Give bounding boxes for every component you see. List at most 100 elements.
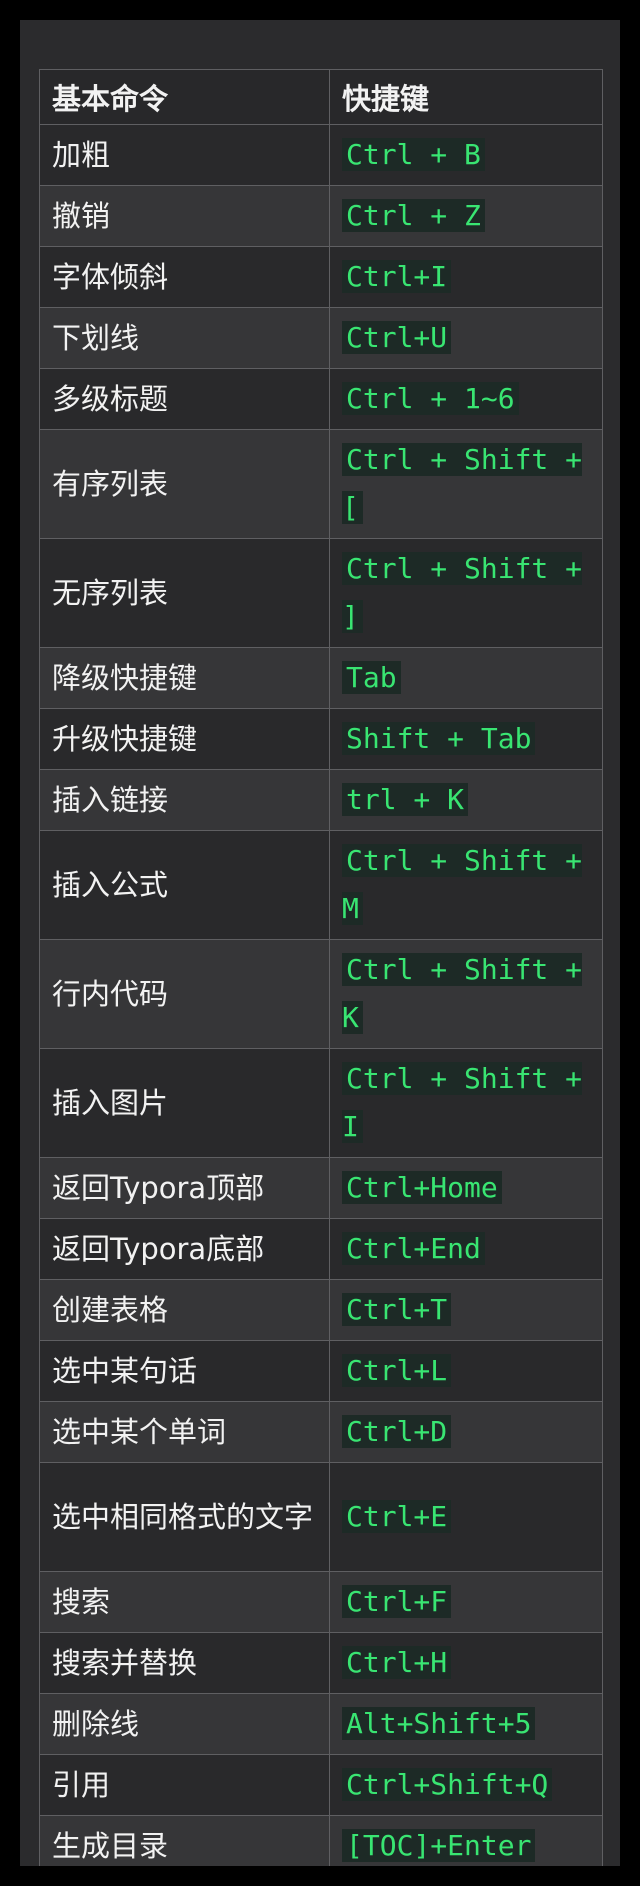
table-row: 下划线 Ctrl+U xyxy=(39,307,603,369)
command-cell: 搜索 xyxy=(39,1571,330,1633)
shortcut-cell: Ctrl+U xyxy=(329,307,603,369)
command-cell: 插入图片 xyxy=(39,1048,330,1158)
shortcut-code: Ctrl + Shift + [ xyxy=(342,443,583,524)
command-cell: 降级快捷键 xyxy=(39,647,330,709)
shortcut-cell: Ctrl+Shift+Q xyxy=(329,1754,603,1816)
shortcut-cell: Ctrl+T xyxy=(329,1279,603,1341)
command-cell: 有序列表 xyxy=(39,429,330,539)
command-cell: 多级标题 xyxy=(39,368,330,430)
shortcut-cell: Ctrl + B xyxy=(329,124,603,186)
table-row: 选中相同格式的文字 Ctrl+E xyxy=(39,1462,603,1572)
table-row: 加粗 Ctrl + B xyxy=(39,124,603,186)
table-row: 返回Typora底部 Ctrl+End xyxy=(39,1218,603,1280)
table-row: 无序列表 Ctrl + Shift + ] xyxy=(39,538,603,648)
shortcut-table: 基本命令 快捷键 加粗 Ctrl + B 撤销 Ctrl + Z 字体倾斜 Ct… xyxy=(39,69,603,1866)
command-cell: 插入链接 xyxy=(39,769,330,831)
shortcut-code: Ctrl + 1~6 xyxy=(342,382,519,415)
shortcut-cell: Ctrl + Z xyxy=(329,185,603,247)
table-row: 字体倾斜 Ctrl+I xyxy=(39,246,603,308)
shortcut-code: Ctrl + B xyxy=(342,138,485,171)
table-row: 撤销 Ctrl + Z xyxy=(39,185,603,247)
table-row: 生成目录 [TOC]+Enter xyxy=(39,1815,603,1866)
shortcut-code: Ctrl + Shift + ] xyxy=(342,552,583,633)
command-cell: 行内代码 xyxy=(39,939,330,1049)
shortcut-cell: Ctrl+I xyxy=(329,246,603,308)
shortcut-cell: Ctrl+F xyxy=(329,1571,603,1633)
command-cell: 选中相同格式的文字 xyxy=(39,1462,330,1572)
command-cell: 无序列表 xyxy=(39,538,330,648)
shortcut-cell: Ctrl + Shift + M xyxy=(329,830,603,940)
shortcut-cell: Ctrl + Shift + I xyxy=(329,1048,603,1158)
shortcut-cell: Ctrl + Shift + [ xyxy=(329,429,603,539)
shortcut-code: Ctrl + Shift + K xyxy=(342,953,583,1034)
table-row: 有序列表 Ctrl + Shift + [ xyxy=(39,429,603,539)
command-cell: 选中某个单词 xyxy=(39,1401,330,1463)
shortcut-code: Ctrl+U xyxy=(342,321,452,354)
shortcut-code: Tab xyxy=(342,661,401,694)
command-cell: 下划线 xyxy=(39,307,330,369)
shortcut-code: Alt+Shift+5 xyxy=(342,1707,536,1740)
shortcut-code: Ctrl+T xyxy=(342,1293,452,1326)
shortcut-cell: Ctrl+D xyxy=(329,1401,603,1463)
command-cell: 创建表格 xyxy=(39,1279,330,1341)
shortcut-code: Ctrl+H xyxy=(342,1646,452,1679)
shortcut-code: trl + K xyxy=(342,783,469,816)
shortcut-code: Ctrl+E xyxy=(342,1500,452,1533)
table-row: 删除线 Alt+Shift+5 xyxy=(39,1693,603,1755)
shortcut-code: Ctrl+End xyxy=(342,1232,485,1265)
command-cell: 搜索并替换 xyxy=(39,1632,330,1694)
shortcut-code: Shift + Tab xyxy=(342,722,536,755)
shortcut-code: Ctrl+D xyxy=(342,1415,452,1448)
command-cell: 生成目录 xyxy=(39,1815,330,1866)
table-row: 插入公式 Ctrl + Shift + M xyxy=(39,830,603,940)
shortcut-cell: Ctrl + Shift + K xyxy=(329,939,603,1049)
shortcut-cell: Ctrl+End xyxy=(329,1218,603,1280)
shortcut-code: Ctrl+L xyxy=(342,1354,452,1387)
shortcut-code: Ctrl + Z xyxy=(342,199,485,232)
document-panel: 基本命令 快捷键 加粗 Ctrl + B 撤销 Ctrl + Z 字体倾斜 Ct… xyxy=(20,20,620,1866)
shortcut-code: Ctrl + Shift + M xyxy=(342,844,583,925)
shortcut-cell: Ctrl+Home xyxy=(329,1157,603,1219)
shortcut-cell: Ctrl + Shift + ] xyxy=(329,538,603,648)
bottom-edge xyxy=(0,1874,640,1886)
table-row: 搜索并替换 Ctrl+H xyxy=(39,1632,603,1694)
table-row: 返回Typora顶部 Ctrl+Home xyxy=(39,1157,603,1219)
shortcut-code: Ctrl+F xyxy=(342,1585,452,1618)
shortcut-code: Ctrl+I xyxy=(342,260,452,293)
shortcut-code: [TOC]+Enter xyxy=(342,1829,536,1862)
command-cell: 引用 xyxy=(39,1754,330,1816)
command-cell: 撤销 xyxy=(39,185,330,247)
shortcut-cell: [TOC]+Enter xyxy=(329,1815,603,1866)
table-row: 创建表格 Ctrl+T xyxy=(39,1279,603,1341)
shortcut-cell: Ctrl+E xyxy=(329,1462,603,1572)
shortcut-cell: Alt+Shift+5 xyxy=(329,1693,603,1755)
command-cell: 加粗 xyxy=(39,124,330,186)
shortcut-code: Ctrl + Shift + I xyxy=(342,1062,583,1143)
command-cell: 字体倾斜 xyxy=(39,246,330,308)
shortcut-cell: Ctrl + 1~6 xyxy=(329,368,603,430)
table-row: 插入图片 Ctrl + Shift + I xyxy=(39,1048,603,1158)
command-cell: 返回Typora底部 xyxy=(39,1218,330,1280)
shortcut-cell: Tab xyxy=(329,647,603,709)
command-cell: 返回Typora顶部 xyxy=(39,1157,330,1219)
table-row: 选中某个单词 Ctrl+D xyxy=(39,1401,603,1463)
shortcut-cell: Ctrl+H xyxy=(329,1632,603,1694)
shortcut-cell: Ctrl+L xyxy=(329,1340,603,1402)
command-cell: 选中某句话 xyxy=(39,1340,330,1402)
table-row: 搜索 Ctrl+F xyxy=(39,1571,603,1633)
table-row: 插入链接 trl + K xyxy=(39,769,603,831)
table-row: 行内代码 Ctrl + Shift + K xyxy=(39,939,603,1049)
shortcut-code: Ctrl+Home xyxy=(342,1171,502,1204)
shortcut-cell: trl + K xyxy=(329,769,603,831)
table-row: 多级标题 Ctrl + 1~6 xyxy=(39,368,603,430)
column-header-shortcut: 快捷键 xyxy=(329,69,603,125)
column-header-command: 基本命令 xyxy=(39,69,330,125)
command-cell: 升级快捷键 xyxy=(39,708,330,770)
command-cell: 插入公式 xyxy=(39,830,330,940)
table-row: 选中某句话 Ctrl+L xyxy=(39,1340,603,1402)
shortcut-cell: Shift + Tab xyxy=(329,708,603,770)
table-row: 引用 Ctrl+Shift+Q xyxy=(39,1754,603,1816)
table-row: 降级快捷键 Tab xyxy=(39,647,603,709)
shortcut-code: Ctrl+Shift+Q xyxy=(342,1768,553,1801)
table-row: 升级快捷键 Shift + Tab xyxy=(39,708,603,770)
